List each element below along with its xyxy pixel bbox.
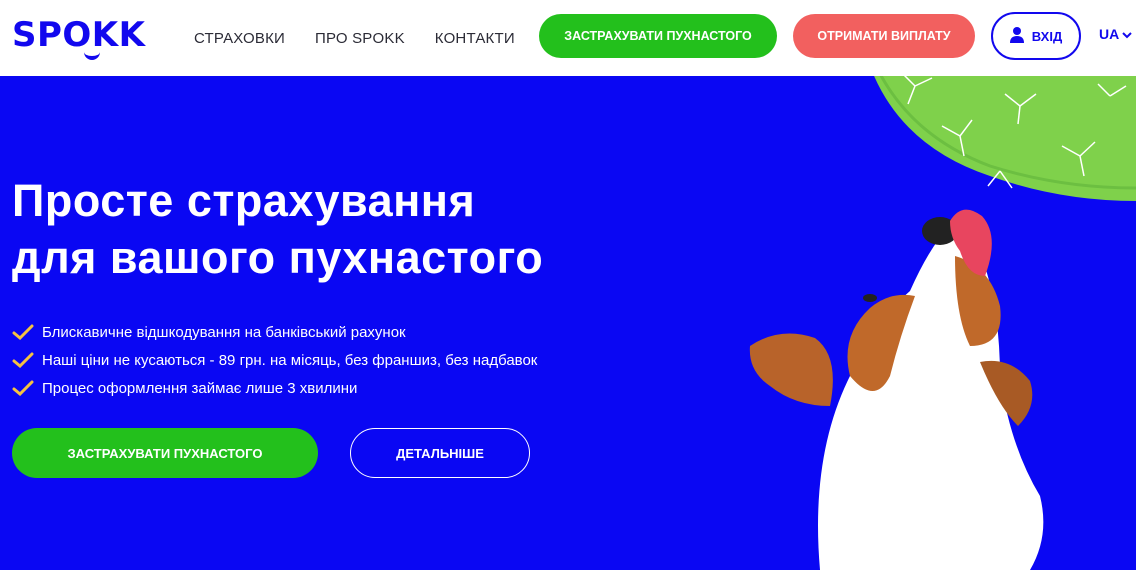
benefit-text: Процес оформлення займає лише 3 хвилини	[42, 379, 358, 397]
hero-title-line2: для вашого пухнастого	[12, 232, 544, 283]
check-icon	[12, 380, 34, 396]
details-button[interactable]: ДЕТАЛЬНІШЕ	[350, 428, 530, 478]
hero-illustration	[749, 76, 1136, 570]
chevron-down-icon	[1122, 26, 1132, 42]
check-icon	[12, 352, 34, 368]
hero-title: Просте страхування для вашого пухнастого	[12, 172, 672, 286]
logo[interactable]: SPOKK	[12, 14, 146, 60]
language-selector[interactable]: UA	[1099, 26, 1132, 42]
benefit-text: Наші ціни не кусаються - 89 грн. на міся…	[42, 351, 538, 369]
logo-text: SPOKK	[12, 15, 146, 55]
site-header: SPOKK СТРАХОВКИ ПРО SPOKK КОНТАКТИ ЗАСТР…	[0, 0, 1136, 76]
check-icon	[12, 324, 34, 340]
user-icon	[1009, 26, 1024, 47]
get-payout-button[interactable]: ОТРИМАТИ ВИПЛАТУ	[793, 14, 975, 58]
benefit-item: Наші ціни не кусаються - 89 грн. на міся…	[12, 346, 537, 374]
benefit-item: Блискавичне відшкодування на банківський…	[12, 318, 537, 346]
benefits-list: Блискавичне відшкодування на банківський…	[12, 318, 537, 402]
cactus-image	[874, 76, 1136, 201]
benefit-item: Процес оформлення займає лише 3 хвилини	[12, 374, 537, 402]
benefit-text: Блискавичне відшкодування на банківський…	[42, 323, 406, 341]
login-label: ВХІД	[1031, 28, 1063, 44]
hero-insure-button[interactable]: ЗАСТРАХУВАТИ ПУХНАСТОГО	[12, 428, 318, 478]
header-insure-button[interactable]: ЗАСТРАХУВАТИ ПУХНАСТОГО	[539, 14, 777, 58]
dog-image	[749, 209, 1044, 570]
hero-title-line1: Просте страхування	[12, 175, 476, 226]
nav-link-insurance[interactable]: СТРАХОВКИ	[194, 30, 285, 47]
login-button[interactable]: ВХІД	[991, 12, 1081, 60]
language-label: UA	[1099, 26, 1120, 42]
nav-link-about[interactable]: ПРО SPOKK	[315, 30, 405, 47]
main-nav: СТРАХОВКИ ПРО SPOKK КОНТАКТИ	[194, 0, 545, 76]
logo-smile-icon	[84, 52, 100, 60]
nav-link-contacts[interactable]: КОНТАКТИ	[435, 30, 515, 47]
